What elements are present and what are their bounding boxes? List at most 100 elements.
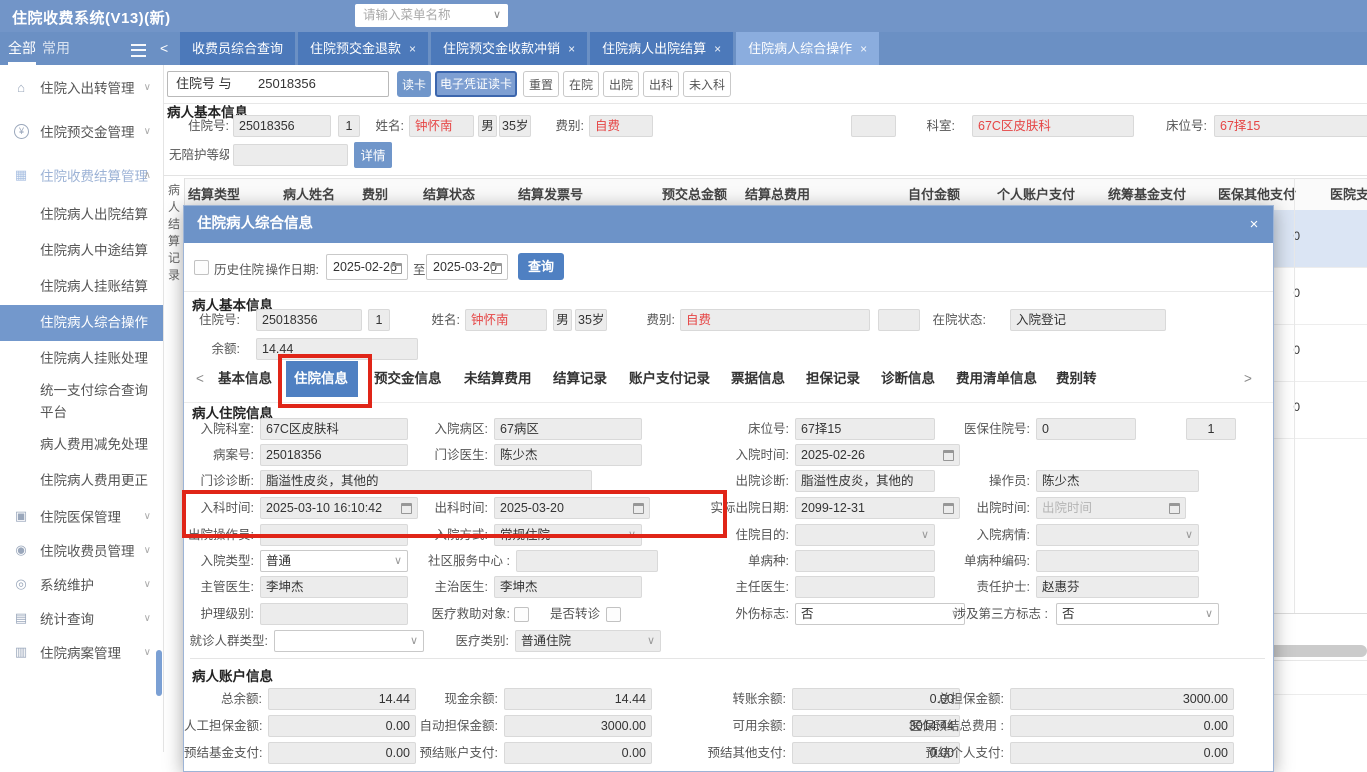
sidebar-group-stats[interactable]: ▤ 统计查询 ∨ [0,601,163,635]
dialog-tab[interactable]: 票据信息 [731,361,785,397]
cash-balance-field[interactable]: 14.44 [504,688,652,710]
treating-doctor-field[interactable]: 李坤杰 [494,576,642,598]
date-from-input[interactable]: 2025-02-26 [326,254,408,280]
auto-guarantee-field[interactable]: 3000.00 [504,715,652,737]
sidebar-item[interactable]: 住院病人中途结算 [0,233,163,269]
query-value[interactable]: 25018356 [258,72,316,96]
insurance-no-field[interactable]: 0 [1036,418,1136,440]
record-no-field[interactable]: 25018356 [260,444,408,466]
attending-doctor-field[interactable]: 李坤杰 [260,576,408,598]
visit-group-select[interactable]: ∨ [274,630,424,652]
dialog-tab[interactable]: 未结算费用 [464,361,532,397]
close-icon[interactable]: × [409,42,416,56]
sidebar-group-cashier[interactable]: ◉ 住院收费员管理 ∨ [0,533,163,567]
sidebar-item[interactable]: 住院病人挂账结算 [0,269,163,305]
dialog-tab[interactable]: 费用清单信息 [956,361,1037,397]
detail-button[interactable]: 详情 [354,142,392,168]
patient-name-field[interactable]: 钟怀南 [409,115,474,137]
admit-dept-field[interactable]: 67C区皮肤科 [260,418,408,440]
dialog-tab[interactable]: 担保记录 [806,361,860,397]
nav-filter-common[interactable]: 常用 [42,32,70,65]
manual-guarantee-field[interactable]: 0.00 [268,715,416,737]
dialog-tab[interactable]: 结算记录 [553,361,607,397]
sidebar-item[interactable]: 统一支付综合查询平台 [0,377,163,427]
sidebar-item[interactable]: 住院病人综合操作 [0,305,163,341]
charge-nurse-field[interactable]: 赵惠芬 [1036,576,1199,598]
sidebar-group-billing-settle[interactable]: ▦ 住院收费结算管理 ∧ [0,153,163,197]
stay-purpose-select[interactable]: ∨ [795,524,935,546]
sidebar-item[interactable]: 住院病人挂账处理 [0,341,163,377]
clinic-doctor-field[interactable]: 陈少杰 [494,444,642,466]
toolbar-button[interactable]: 重置 [523,71,559,97]
doc-tab[interactable]: 住院病人出院结算 × [590,32,734,65]
menu-collapse-icon[interactable] [131,44,146,57]
close-icon[interactable]: × [860,42,867,56]
dialog-tab[interactable]: 住院信息 [294,361,348,397]
toolbar-button[interactable]: 在院 [563,71,599,97]
toolbar-button[interactable]: 未入科 [683,71,731,97]
patient-name-field[interactable]: 钟怀南 [465,309,547,331]
sidebar-item[interactable]: 病人费用减免处理 [0,427,163,463]
query-button[interactable]: 查询 [518,253,564,280]
dialog-tab[interactable]: 基本信息 [218,361,272,397]
insurance-presettle-total-field[interactable]: 0.00 [1010,715,1234,737]
discharge-operator-field[interactable] [260,524,408,546]
nav-filter-all[interactable]: 全部 [8,32,36,65]
presettle-fund-field[interactable]: 0.00 [268,742,416,764]
sidebar-group-gear[interactable]: ◎ 系统维护 ∨ [0,567,163,601]
toolbar-button[interactable]: 电子凭证读卡 [435,71,517,97]
clinic-diagnosis-field[interactable]: 脂溢性皮炎，其他的 [260,470,592,492]
dept-exit-time-field[interactable]: 2025-03-20 [494,497,650,519]
doc-tab[interactable]: 住院预交金收款冲销 × [431,32,588,65]
care-level-field[interactable] [233,144,348,166]
single-disease-code-field[interactable] [1036,550,1199,572]
total-balance-field[interactable]: 14.44 [268,688,416,710]
chief-doctor-field[interactable] [795,576,935,598]
date-to-input[interactable]: 2025-03-20 [426,254,508,280]
toolbar-button[interactable]: 出院 [603,71,639,97]
bed-no-field[interactable]: 67择15 [795,418,935,440]
department-field[interactable]: 67C区皮肤科 [972,115,1134,137]
dept-entry-time-field[interactable]: 2025-03-10 16:10:42 [260,497,418,519]
sidebar-item[interactable]: 住院病人出院结算 [0,197,163,233]
table-column-header[interactable]: 医院支付 [1330,179,1367,211]
fee-type-field[interactable]: 自费 [589,115,653,137]
bed-no-field[interactable]: 67择15 [1214,115,1367,137]
nursing-level-field[interactable] [260,603,408,625]
dialog-tab[interactable]: 预交金信息 [374,361,442,397]
admit-condition-select[interactable]: ∨ [1036,524,1199,546]
admit-ward-field[interactable]: 67病区 [494,418,642,440]
sidebar-group-transfer[interactable]: ⌂ 住院入出转管理 ∨ [0,65,163,109]
discharge-time-field[interactable]: 出院时间 [1036,497,1186,519]
sidebar-group-prepay[interactable]: ¥ 住院预交金管理 ∨ [0,109,163,153]
sidebar-scrollbar[interactable] [156,650,162,696]
close-icon[interactable]: × [714,42,721,56]
presettle-personal-field[interactable]: 0.00 [1010,742,1234,764]
community-center-field[interactable] [516,550,658,572]
admit-type-select[interactable]: 普通 ∨ [260,550,408,572]
single-disease-field[interactable] [795,550,935,572]
doc-tab[interactable]: 住院病人综合操作 × [736,32,880,65]
third-party-flag-select[interactable]: 否 ∨ [1056,603,1219,625]
tab-scroll-left-icon[interactable]: < [160,32,168,65]
total-guarantee-field[interactable]: 3000.00 [1010,688,1234,710]
operator-field[interactable]: 陈少杰 [1036,470,1199,492]
close-icon[interactable]: × [1239,206,1269,243]
sidebar-group-insurance[interactable]: ▣ 住院医保管理 ∨ [0,499,163,533]
close-icon[interactable]: × [568,42,575,56]
medical-aid-checkbox[interactable] [514,607,529,622]
inpatient-status-field[interactable]: 入院登记 [1010,309,1166,331]
fee-type-field[interactable]: 自费 [680,309,870,331]
tab-scroll-right-icon[interactable]: > [1244,361,1252,397]
sidebar-group-records[interactable]: ▥ 住院病案管理 ∨ [0,635,163,669]
dialog-tab[interactable]: 账户支付记录 [629,361,710,397]
sidebar-item[interactable]: 住院病人费用更正 [0,463,163,499]
tab-scroll-left-icon[interactable]: < [196,361,204,397]
presettle-account-field[interactable]: 0.00 [504,742,652,764]
actual-discharge-date-field[interactable]: 2099-12-31 [795,497,960,519]
discharge-diagnosis-field[interactable]: 脂溢性皮炎，其他的 [795,470,935,492]
doc-tab[interactable]: 收费员综合查询 [180,32,296,65]
admission-no-field[interactable]: 25018356 [233,115,331,137]
admit-mode-select[interactable]: 常规住院 ∨ [494,524,642,546]
dialog-tab[interactable]: 诊断信息 [881,361,935,397]
